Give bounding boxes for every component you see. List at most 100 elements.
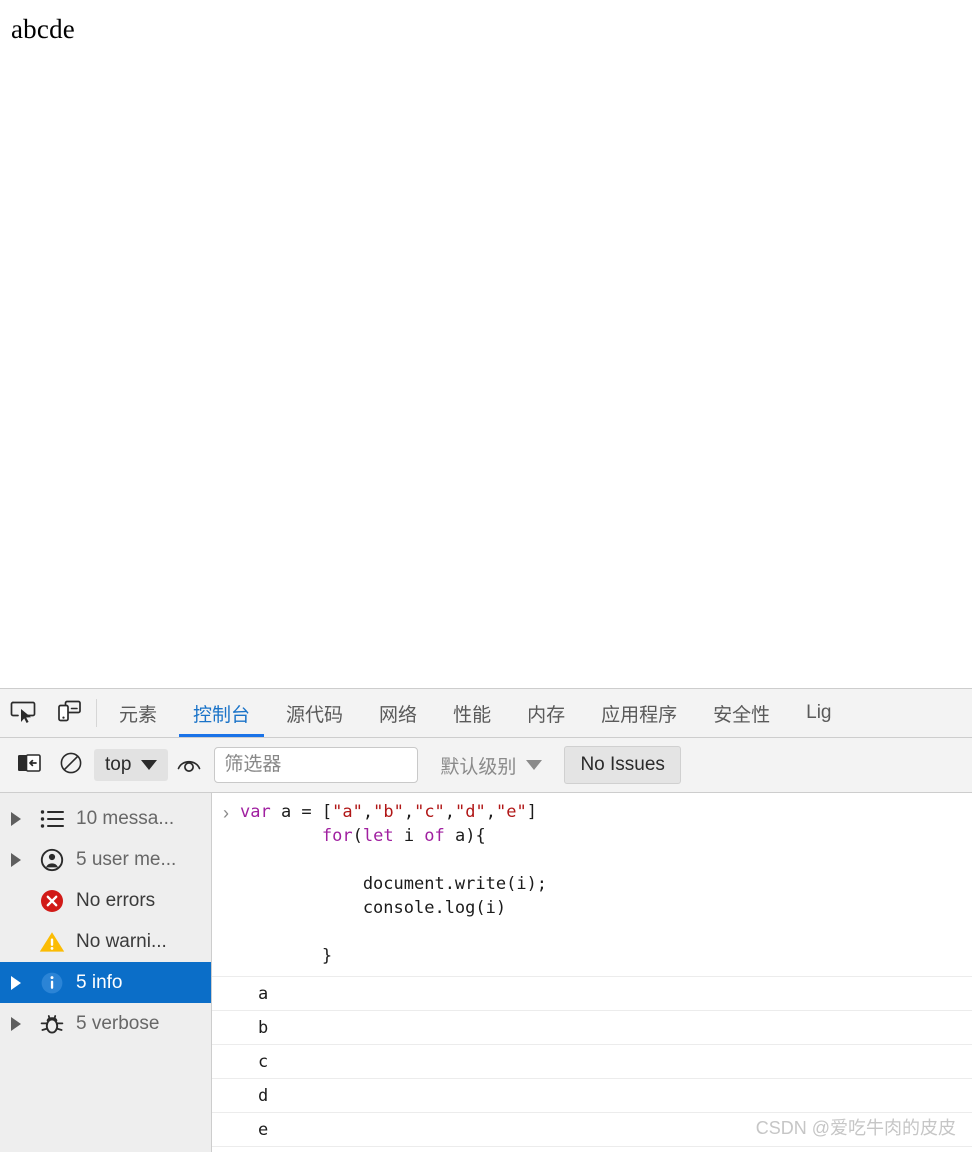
console-toolbar: top 默认级别 No Issues — [0, 738, 972, 793]
tab-performance[interactable]: 性能 — [435, 689, 509, 737]
sidebar-item-label: 5 info — [76, 971, 123, 993]
code-token: "e" — [496, 802, 527, 822]
console-output-value: a — [258, 983, 269, 1004]
console-command-code: var a = ["a","b","c","d","e"] for(let i … — [240, 800, 547, 968]
expand-arrow[interactable] — [0, 852, 32, 867]
bug-icon — [32, 1011, 72, 1037]
console-output-row: a — [212, 977, 972, 1011]
code-token: "d" — [455, 802, 486, 822]
sidebar-item-label: 10 messa... — [76, 807, 175, 829]
console-output-rows: abcde — [212, 977, 972, 1147]
console-filter-input[interactable] — [214, 747, 419, 783]
execution-context-select[interactable]: top — [94, 749, 169, 781]
sidebar-item-info[interactable]: 5 info — [0, 962, 211, 1003]
log-level-select[interactable]: 默认级别 — [430, 747, 552, 784]
tab-elements[interactable]: 元素 — [101, 689, 175, 737]
chevron-down-icon — [141, 760, 158, 770]
console-output-row: d — [212, 1079, 972, 1113]
expand-arrow[interactable] — [0, 975, 32, 990]
code-token: i — [393, 826, 425, 846]
error-icon — [32, 888, 72, 914]
code-token: "a" — [332, 802, 363, 822]
devtools-tabbar: 元素 控制台 源代码 网络 性能 内存 应用程序 安全性 Lig — [0, 689, 972, 738]
code-token: , — [403, 802, 415, 822]
console-sidebar-toggle-button[interactable] — [8, 744, 50, 786]
code-token: of — [424, 826, 445, 846]
console-output-row: e — [212, 1113, 972, 1147]
clear-console-button[interactable] — [50, 744, 92, 786]
tab-label: 网络 — [379, 704, 418, 726]
chevron-down-icon — [526, 760, 543, 770]
console-output-value: d — [258, 1085, 269, 1106]
tab-security[interactable]: 安全性 — [695, 689, 788, 737]
console-sidebar: 10 messa... 5 user me... No errors No wa… — [0, 793, 212, 1152]
console-output-value: b — [258, 1017, 269, 1038]
info-icon — [32, 970, 72, 996]
console-output-value: e — [258, 1119, 269, 1140]
live-expression-eye-icon — [176, 753, 202, 778]
sidebar-item-label: 5 verbose — [76, 1012, 160, 1034]
code-token: , — [444, 802, 456, 822]
code-token: ( — [352, 826, 363, 846]
code-token: "b" — [373, 802, 404, 822]
tab-label: 安全性 — [713, 704, 771, 726]
tab-lighthouse[interactable]: Lig — [788, 689, 849, 737]
code-token: , — [485, 802, 497, 822]
list-icon — [32, 808, 72, 830]
console-command-entry[interactable]: › var a = ["a","b","c","d","e"] for(let … — [212, 793, 972, 977]
code-token: } — [240, 946, 333, 966]
page-body-text: abcde — [11, 14, 75, 44]
live-expression-button[interactable] — [168, 744, 210, 786]
devtools-panel: 元素 控制台 源代码 网络 性能 内存 应用程序 安全性 Lig top 筛选器… — [0, 688, 972, 1152]
sidebar-toggle-icon — [17, 752, 41, 779]
code-token: var — [240, 802, 271, 822]
code-token: "c" — [414, 802, 445, 822]
expand-arrow[interactable] — [0, 1016, 32, 1031]
console-output-row: b — [212, 1011, 972, 1045]
sidebar-item-messages[interactable]: 10 messa... — [0, 798, 211, 839]
code-token: document.write(i); — [240, 874, 548, 894]
inspect-element-button[interactable] — [0, 689, 46, 737]
tab-label: 内存 — [527, 704, 566, 726]
sidebar-item-user-messages[interactable]: 5 user me... — [0, 839, 211, 880]
sidebar-item-warnings[interactable]: No warni... — [0, 921, 211, 962]
tab-label: 元素 — [119, 704, 158, 726]
code-token: , — [362, 802, 374, 822]
code-token: ] — [526, 802, 537, 822]
warning-icon — [32, 929, 72, 955]
code-token: let — [362, 826, 394, 846]
prompt-chevron-icon: › — [223, 803, 229, 823]
tab-memory[interactable]: 内存 — [509, 689, 583, 737]
expand-arrow[interactable] — [0, 811, 32, 826]
clear-console-icon — [59, 751, 83, 780]
code-token: a = [ — [270, 802, 333, 822]
execution-context-label: top — [105, 754, 132, 775]
sidebar-item-label: 5 user me... — [76, 848, 177, 870]
sidebar-item-verbose[interactable]: 5 verbose — [0, 1003, 211, 1044]
page-viewport: abcde — [0, 0, 972, 688]
code-token: a){ — [444, 826, 486, 846]
issues-button[interactable]: No Issues — [564, 746, 681, 784]
console-output-row: c — [212, 1045, 972, 1079]
console-body: 10 messa... 5 user me... No errors No wa… — [0, 793, 972, 1152]
tab-label: Lig — [806, 702, 832, 723]
code-token: for — [321, 826, 353, 846]
console-output[interactable]: › var a = ["a","b","c","d","e"] for(let … — [212, 793, 972, 1152]
sidebar-item-label: No errors — [76, 889, 156, 911]
user-message-icon — [32, 847, 72, 873]
tab-label: 性能 — [453, 704, 492, 726]
tab-application[interactable]: 应用程序 — [583, 689, 695, 737]
tab-label: 应用程序 — [601, 704, 678, 726]
device-toolbar-icon — [56, 698, 82, 729]
sidebar-item-errors[interactable]: No errors — [0, 880, 211, 921]
inspect-element-icon — [10, 698, 36, 729]
tab-console[interactable]: 控制台 — [175, 689, 268, 737]
device-toolbar-button[interactable] — [46, 689, 92, 737]
tab-label: 源代码 — [286, 704, 344, 726]
tab-network[interactable]: 网络 — [361, 689, 435, 737]
console-output-value: c — [258, 1051, 269, 1072]
tab-label: 控制台 — [193, 704, 251, 726]
code-token: console.log(i) — [240, 898, 507, 918]
tab-sources[interactable]: 源代码 — [268, 689, 361, 737]
